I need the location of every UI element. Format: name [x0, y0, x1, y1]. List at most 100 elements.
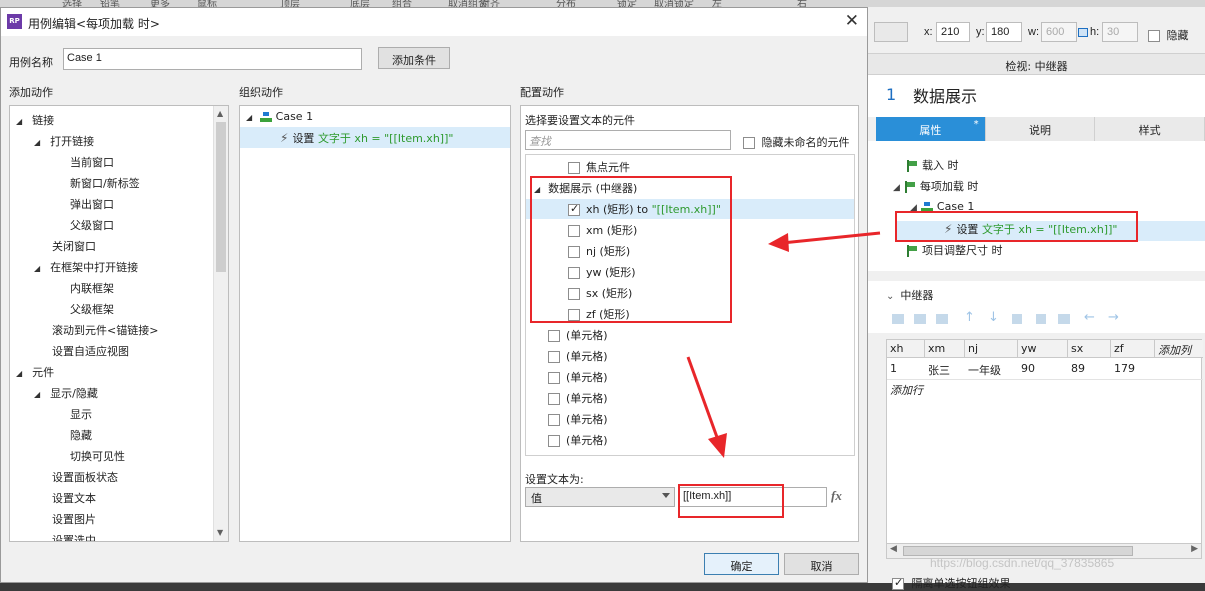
add-condition-button[interactable]: 添加条件 — [378, 47, 450, 69]
repeater-section[interactable]: ⌄ 中继器 — [868, 281, 1205, 305]
collapse-icon[interactable]: ◢ — [893, 183, 900, 193]
tab-style[interactable]: 样式 — [1095, 117, 1205, 141]
insert-row-below-icon[interactable] — [914, 314, 926, 324]
column-header[interactable]: nj — [965, 340, 1018, 358]
scrollbar-thumb[interactable] — [216, 122, 226, 272]
delete-row-icon[interactable] — [936, 314, 948, 324]
widget-tree-item[interactable]: (单元格) — [548, 432, 608, 448]
fx-icon[interactable]: fx — [831, 488, 842, 504]
scroll-down-icon[interactable]: ▼ — [217, 528, 223, 537]
chevron-down-icon[interactable]: ⌄ — [886, 291, 894, 302]
repeater-data-table[interactable]: xh xm nj yw sx zf 添加列 1 张三 一年级 90 89 179… — [886, 339, 1203, 551]
widget-checkbox[interactable] — [548, 435, 560, 447]
action-tree-item[interactable]: 切换可见性 — [70, 448, 125, 464]
delete-col-icon[interactable] — [1058, 314, 1070, 324]
action-tree-item[interactable]: 隐藏 — [70, 427, 92, 443]
move-up-icon[interactable]: ↑ — [964, 310, 975, 325]
widget-checkbox[interactable] — [568, 162, 580, 174]
action-tree-item[interactable]: ◢ 在框架中打开链接 — [34, 259, 138, 275]
action-tree-item[interactable]: 内联框架 — [70, 280, 114, 296]
widget-tree-item[interactable]: (单元格) — [548, 390, 608, 406]
tab-notes[interactable]: 说明 — [985, 117, 1096, 141]
action-tree-item[interactable]: ◢ 链接 — [16, 112, 54, 128]
scroll-left-icon[interactable]: ◀ — [890, 544, 897, 554]
isolate-radio-group[interactable]: 隔离单选按钮组效果 — [892, 575, 1011, 591]
action-tree-item[interactable]: ◢ 显示/隐藏 — [34, 385, 98, 401]
widget-tree-item[interactable]: (单元格) — [548, 348, 608, 364]
tab-properties[interactable]: 属性 * — [876, 117, 986, 141]
action-tree-item[interactable]: 设置文本 — [52, 490, 96, 506]
hide-checkbox[interactable] — [1148, 30, 1160, 42]
x-field[interactable]: 210 — [936, 22, 970, 42]
collapse-icon[interactable]: ◢ — [16, 117, 22, 126]
action-tree-item[interactable]: 当前窗口 — [70, 154, 114, 170]
table-cell[interactable]: 90 — [1018, 360, 1038, 377]
move-down-icon[interactable]: ↓ — [988, 310, 999, 325]
table-cell[interactable]: 89 — [1068, 360, 1088, 377]
widget-checkbox[interactable] — [548, 330, 560, 342]
collapse-icon[interactable]: ◢ — [34, 390, 40, 399]
case-node[interactable]: ◢ Case 1 — [246, 110, 313, 123]
action-tree-item[interactable]: 设置自适应视图 — [52, 343, 129, 359]
add-column[interactable]: 添加列 — [1155, 340, 1203, 358]
widget-tree-item[interactable]: (单元格) — [548, 369, 608, 385]
action-tree-item[interactable]: 显示 — [70, 406, 92, 422]
table-cell[interactable]: 张三 — [925, 360, 953, 380]
column-header[interactable]: yw — [1018, 340, 1068, 358]
collapse-icon[interactable]: ◢ — [16, 369, 22, 378]
action-tree-item[interactable]: 设置面板状态 — [52, 469, 118, 485]
event-on-resize[interactable]: 项目调整尺寸 时 — [906, 242, 1003, 258]
chevron-down-icon[interactable] — [662, 493, 670, 498]
action-tree-item[interactable]: 关闭窗口 — [52, 238, 96, 254]
action-tree-item[interactable]: ◢ 元件 — [16, 364, 54, 380]
hide-unnamed-group[interactable]: 隐藏未命名的元件 — [743, 134, 850, 150]
scroll-right-icon[interactable]: ▶ — [1191, 544, 1198, 554]
isolate-checkbox[interactable] — [892, 576, 904, 590]
column-header[interactable]: xh — [887, 340, 925, 358]
widget-tree-item[interactable]: (单元格) — [548, 411, 608, 427]
action-tree-item[interactable]: 父级窗口 — [70, 217, 114, 233]
action-tree-item[interactable]: 父级框架 — [70, 301, 114, 317]
table-cell[interactable]: 一年级 — [965, 360, 1004, 380]
text-type-select[interactable]: 值 — [525, 487, 675, 507]
widget-checkbox[interactable] — [548, 414, 560, 426]
insert-col-right-icon[interactable] — [1036, 314, 1046, 324]
insert-col-left-icon[interactable] — [1012, 314, 1022, 324]
case-name-input[interactable]: Case 1 — [63, 48, 362, 70]
add-row[interactable]: 添加行 — [887, 380, 926, 400]
y-field[interactable]: 180 — [986, 22, 1022, 42]
column-header[interactable]: sx — [1068, 340, 1111, 358]
action-tree-item[interactable]: 设置图片 — [52, 511, 96, 527]
collapse-icon[interactable]: ◢ — [34, 138, 40, 147]
insert-row-above-icon[interactable] — [892, 314, 904, 324]
scrollbar-thumb[interactable] — [903, 546, 1133, 556]
widget-search-input[interactable]: 查找 — [525, 130, 731, 150]
cancel-button[interactable]: 取消 — [784, 553, 859, 575]
column-header[interactable]: xm — [925, 340, 965, 358]
w-field[interactable]: 600 — [1041, 22, 1077, 42]
action-tree-item[interactable]: 弹出窗口 — [70, 196, 114, 212]
widget-tree-item[interactable]: 焦点元件 — [568, 159, 630, 175]
action-tree-item[interactable]: 新窗口/新标签 — [70, 175, 140, 191]
column-header[interactable]: zf — [1111, 340, 1155, 358]
scroll-up-icon[interactable]: ▲ — [217, 109, 223, 118]
h-field[interactable]: 30 — [1102, 22, 1138, 42]
move-left-icon[interactable]: ← — [1084, 310, 1095, 325]
close-icon[interactable]: ✕ — [845, 11, 859, 31]
widget-checkbox[interactable] — [548, 393, 560, 405]
widget-checkbox[interactable] — [548, 351, 560, 363]
hide-unnamed-checkbox[interactable] — [743, 137, 755, 149]
action-node[interactable]: ⚡ 设置 文字于 xh = "[[Item.xh]]" — [280, 130, 453, 146]
event-on-item-load[interactable]: ◢ 每项加载 时 — [893, 178, 978, 194]
widget-name[interactable]: 数据展示 — [913, 83, 977, 107]
ok-button[interactable]: 确定 — [704, 553, 779, 575]
style-dropdown[interactable] — [874, 22, 908, 42]
move-right-icon[interactable]: → — [1108, 310, 1119, 325]
action-tree-item[interactable]: 滚动到元件<锚链接> — [52, 322, 158, 338]
lock-ratio-icon[interactable] — [1078, 28, 1088, 37]
table-cell[interactable]: 179 — [1111, 360, 1138, 377]
table-cell[interactable]: 1 — [887, 360, 900, 377]
widget-checkbox[interactable] — [548, 372, 560, 384]
collapse-icon[interactable]: ◢ — [246, 113, 252, 122]
action-tree-item[interactable]: ◢ 打开链接 — [34, 133, 94, 149]
